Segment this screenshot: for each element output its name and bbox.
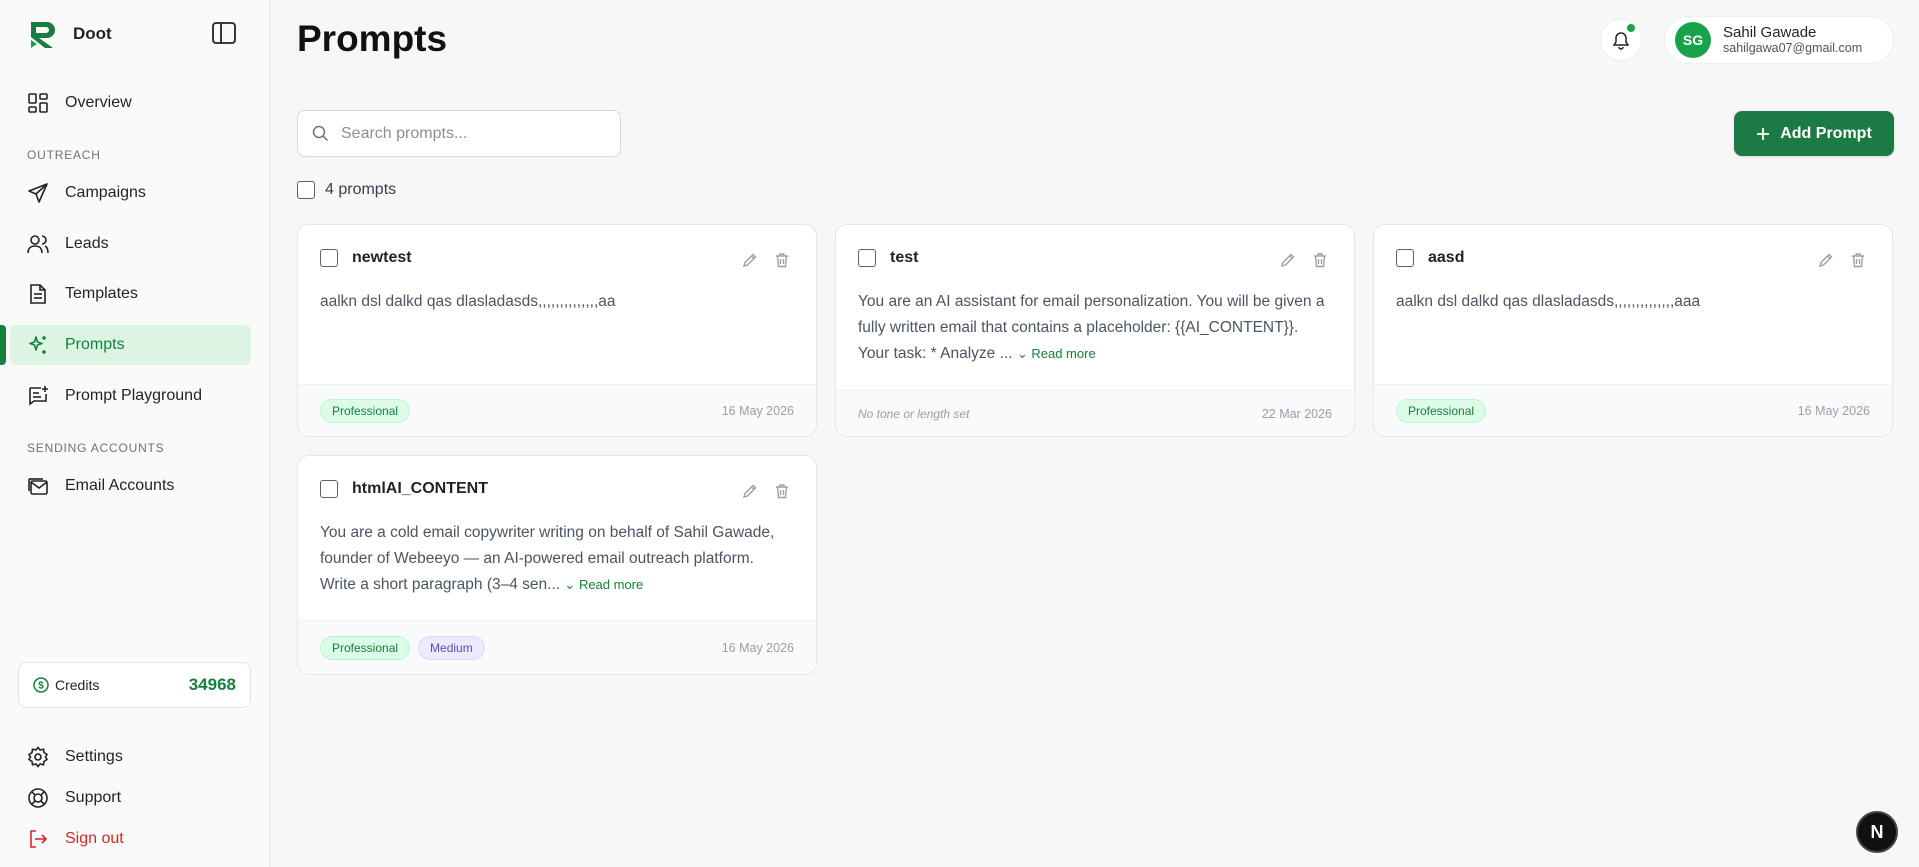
mail-stack-icon xyxy=(28,478,48,495)
sidebar-item-settings[interactable]: Settings xyxy=(10,737,251,777)
section-label-outreach: OUTREACH xyxy=(27,148,101,162)
prompt-card: test You are an AI assistant for email p… xyxy=(835,224,1355,437)
sparkles-icon xyxy=(29,336,46,354)
dollar-circle-icon: $ xyxy=(33,677,49,693)
prompt-date: 16 May 2026 xyxy=(721,403,794,418)
edit-icon[interactable] xyxy=(1280,252,1296,268)
trash-icon[interactable] xyxy=(774,483,790,499)
sidebar-item-label: Campaigns xyxy=(65,184,146,201)
select-all-checkbox[interactable] xyxy=(297,181,315,199)
sidebar-item-label: Overview xyxy=(65,94,132,111)
trash-icon[interactable] xyxy=(1312,252,1328,268)
bell-icon xyxy=(1612,32,1630,50)
sidebar-item-prompts[interactable]: Prompts xyxy=(0,325,251,365)
search-icon xyxy=(312,125,329,142)
sidebar-item-label: Support xyxy=(65,789,122,806)
users-icon xyxy=(27,235,49,254)
prompt-title: test xyxy=(890,249,919,266)
sidebar: Doot Overview OUTREACH Campaigns Leads T… xyxy=(0,0,270,867)
sidebar-item-label: Settings xyxy=(65,748,123,765)
sidebar-item-label: Prompt Playground xyxy=(65,387,202,404)
prompt-date: 22 Mar 2026 xyxy=(1261,406,1332,421)
brand[interactable]: Doot xyxy=(27,18,112,50)
notification-dot xyxy=(1627,24,1635,32)
user-name: Sahil Gawade xyxy=(1723,24,1817,42)
prompt-body-text: You are a cold email copywriter writing … xyxy=(320,524,775,593)
sidebar-item-email-accounts[interactable]: Email Accounts xyxy=(10,466,251,506)
sidebar-item-campaigns[interactable]: Campaigns xyxy=(10,173,251,213)
prompt-body: You are an AI assistant for email person… xyxy=(858,289,1332,367)
sidebar-item-label: Leads xyxy=(65,235,109,252)
prompt-checkbox[interactable] xyxy=(1396,249,1414,267)
prompt-body: aalkn dsl dalkd qas dlasladasds,,,,,,,,,… xyxy=(320,293,616,310)
sidebar-item-label: Prompts xyxy=(65,336,125,353)
chevron-down-icon: ⌄ xyxy=(1016,346,1028,361)
no-tone-note: No tone or length set xyxy=(858,406,970,421)
floating-action-button[interactable]: N xyxy=(1856,811,1898,853)
read-more-link[interactable]: ⌄ Read more xyxy=(1017,346,1096,361)
search-input[interactable] xyxy=(341,124,611,143)
sidebar-item-support[interactable]: Support xyxy=(10,778,251,818)
prompt-card: newtest aalkn dsl dalkd qas dlasladasds,… xyxy=(297,224,817,437)
prompt-card: htmlAI_CONTENT You are a cold email copy… xyxy=(297,455,817,675)
page-title: Prompts xyxy=(297,18,448,59)
credits-card: $ Credits 34968 xyxy=(18,662,251,708)
tone-badge: Professional xyxy=(320,398,411,423)
send-icon xyxy=(28,183,48,203)
doot-logo-icon xyxy=(31,22,55,48)
plus-icon xyxy=(1757,127,1770,140)
prompt-date: 16 May 2026 xyxy=(721,640,794,655)
search-box xyxy=(297,110,621,157)
prompt-title: htmlAI_CONTENT xyxy=(352,480,488,497)
prompt-date: 16 May 2026 xyxy=(1797,403,1870,418)
sidebar-item-label: Email Accounts xyxy=(65,477,175,494)
prompt-checkbox[interactable] xyxy=(320,249,338,267)
prompt-body: aalkn dsl dalkd qas dlasladasds,,,,,,,,,… xyxy=(1396,293,1701,310)
prompt-title: aasd xyxy=(1428,249,1465,266)
prompt-card: aasd aalkn dsl dalkd qas dlasladasds,,,,… xyxy=(1373,224,1893,437)
avatar: SG xyxy=(1675,22,1711,58)
chevron-down-icon: ⌄ xyxy=(564,577,576,592)
prompt-checkbox[interactable] xyxy=(320,480,338,498)
tone-badge: Professional xyxy=(1396,398,1487,423)
logout-icon xyxy=(30,830,47,848)
grid-icon xyxy=(28,93,48,113)
credits-label: Credits xyxy=(55,677,100,693)
user-menu[interactable]: SG Sahil Gawade sahilgawa07@gmail.com xyxy=(1664,16,1894,64)
sidebar-item-label: Templates xyxy=(65,285,138,302)
trash-icon[interactable] xyxy=(1850,252,1866,268)
read-more-label: Read more xyxy=(1031,346,1096,361)
svg-text:$: $ xyxy=(38,681,44,692)
prompt-count: 4 prompts xyxy=(325,181,397,198)
sidebar-item-sign-out[interactable]: Sign out xyxy=(10,819,251,859)
prompt-body: You are a cold email copywriter writing … xyxy=(320,520,794,598)
lifebuoy-icon xyxy=(28,788,48,808)
sidebar-item-label: Sign out xyxy=(65,830,124,847)
length-badge: Medium xyxy=(418,635,485,660)
user-email: sahilgawa07@gmail.com xyxy=(1723,41,1863,56)
add-prompt-button[interactable]: Add Prompt xyxy=(1734,111,1894,156)
prompt-checkbox[interactable] xyxy=(858,249,876,267)
tone-badge: Professional xyxy=(320,635,411,660)
prompt-title: newtest xyxy=(352,249,412,266)
sidebar-item-overview[interactable]: Overview xyxy=(10,83,251,123)
sidebar-item-leads[interactable]: Leads xyxy=(10,224,251,264)
section-label-sending-accounts: SENDING ACCOUNTS xyxy=(27,441,165,455)
edit-icon[interactable] xyxy=(742,483,758,499)
document-icon xyxy=(30,284,46,304)
edit-icon[interactable] xyxy=(742,252,758,268)
credits-value: 34968 xyxy=(188,675,236,694)
read-more-link[interactable]: ⌄ Read more xyxy=(564,577,643,592)
brand-name: Doot xyxy=(73,24,112,43)
gear-icon xyxy=(27,746,49,768)
notifications-button[interactable] xyxy=(1600,19,1642,61)
sidebar-item-prompt-playground[interactable]: Prompt Playground xyxy=(10,376,251,416)
trash-icon[interactable] xyxy=(774,252,790,268)
add-prompt-label: Add Prompt xyxy=(1780,124,1872,142)
read-more-label: Read more xyxy=(578,577,644,592)
chat-add-icon xyxy=(29,386,48,406)
sidebar-toggle-icon[interactable] xyxy=(210,20,238,46)
sidebar-item-templates[interactable]: Templates xyxy=(10,274,251,314)
edit-icon[interactable] xyxy=(1818,252,1834,268)
